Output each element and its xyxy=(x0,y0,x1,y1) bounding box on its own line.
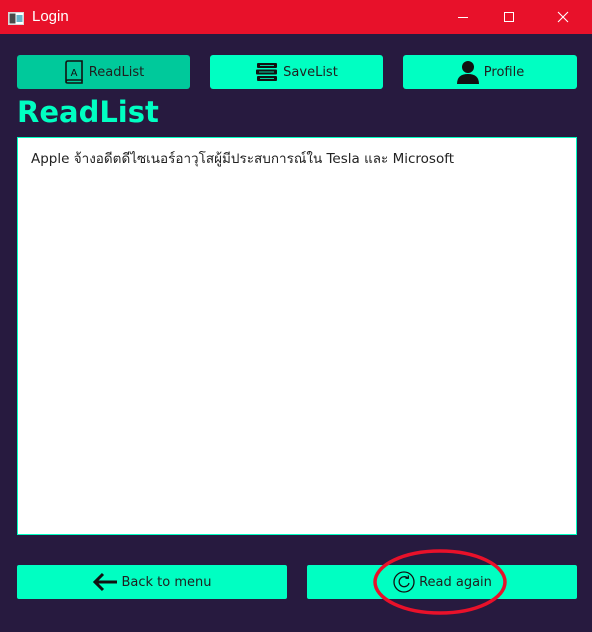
nav-profile-label: Profile xyxy=(483,64,525,80)
user-icon xyxy=(456,60,480,84)
page-title: ReadList xyxy=(17,95,159,129)
nav-savelist-button[interactable]: SaveList xyxy=(210,55,383,89)
readlist-item-text: Apple จ้างอดีตดีไซเนอร์อาวุโสผู้มีประสบก… xyxy=(31,151,455,167)
close-button[interactable] xyxy=(540,0,586,34)
window-title: Login xyxy=(32,8,69,25)
arrow-left-icon xyxy=(92,572,118,592)
readlist-text-area[interactable]: Apple จ้างอดีตดีไซเนอร์อาวุโสผู้มีประสบก… xyxy=(17,137,577,535)
nav-readlist-button[interactable]: A ReadList xyxy=(17,55,190,89)
app-window-icon xyxy=(8,10,24,25)
book-icon: A xyxy=(63,60,85,84)
nav-savelist-label: SaveList xyxy=(283,64,338,80)
svg-text:A: A xyxy=(70,68,77,79)
read-again-label: Read again xyxy=(419,574,492,590)
nav-readlist-label: ReadList xyxy=(88,64,145,80)
close-icon xyxy=(557,8,569,27)
title-bar[interactable]: Login xyxy=(0,0,592,34)
back-to-menu-button[interactable]: Back to menu xyxy=(17,565,287,599)
stacked-books-icon xyxy=(255,62,279,82)
refresh-icon xyxy=(392,570,416,594)
maximize-icon xyxy=(503,8,515,27)
maximize-button[interactable] xyxy=(486,0,532,34)
minimize-icon xyxy=(457,8,469,27)
nav-profile-button[interactable]: Profile xyxy=(403,55,577,89)
read-again-button[interactable]: Read again xyxy=(307,565,577,599)
back-to-menu-label: Back to menu xyxy=(121,574,212,590)
minimize-button[interactable] xyxy=(440,0,486,34)
